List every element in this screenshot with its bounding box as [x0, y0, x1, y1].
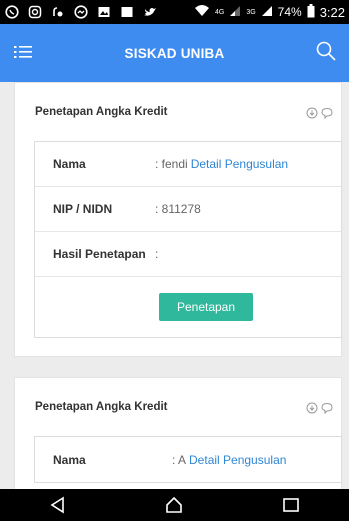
- instagram-icon: [27, 5, 43, 19]
- row-value: : A: [172, 452, 187, 467]
- signal-icon: [229, 5, 241, 20]
- android-nav-bar: [0, 489, 349, 521]
- twitter-icon: [142, 5, 158, 19]
- app-title: SISKAD UNIBA: [124, 45, 225, 61]
- clock: 3:22: [319, 4, 345, 20]
- comment-icon[interactable]: [321, 106, 333, 120]
- back-icon[interactable]: [48, 495, 68, 515]
- detail-pengusulan-link[interactable]: Detail Pengusulan: [189, 453, 286, 467]
- card-title: Penetapan Angka Kredit: [35, 401, 168, 413]
- gallery-icon: [96, 5, 112, 19]
- detail-table: Nama : fendi Detail Pengusulan NIP / NID…: [34, 141, 342, 338]
- main-content[interactable]: Penetapan Angka Kredit Nama : fendi Deta…: [0, 82, 349, 489]
- card-header: Penetapan Angka Kredit: [15, 378, 341, 436]
- penetapan-card: Penetapan Angka Kredit Nama : fendi Deta…: [14, 82, 342, 357]
- chat-bubble-icon: [73, 5, 89, 19]
- wifi-icon: [194, 4, 210, 20]
- row-label: Nama: [53, 157, 86, 171]
- app-header: SISKAD UNIBA: [0, 24, 349, 82]
- button-row: Penetapan: [35, 277, 341, 337]
- row-label: Hasil Penetapan: [53, 247, 146, 261]
- penetapan-button[interactable]: Penetapan: [158, 293, 254, 321]
- row-label: NIP / NIDN: [53, 202, 113, 216]
- row-label: Nama: [53, 452, 86, 467]
- table-row: Nama : fendi Detail Pengusulan: [35, 142, 341, 187]
- search-icon[interactable]: [315, 40, 337, 62]
- row-value: :: [155, 247, 159, 261]
- penetapan-card: Penetapan Angka Kredit Nama : A Detail P…: [14, 377, 342, 489]
- detail-pengusulan-link[interactable]: Detail Pengusulan: [191, 157, 288, 171]
- collapse-icon[interactable]: [306, 106, 318, 119]
- network-label: 4G: [214, 8, 225, 16]
- table-row: Hasil Penetapan :: [35, 232, 341, 277]
- card-header: Penetapan Angka Kredit: [15, 83, 341, 141]
- network-label: 3G: [246, 8, 256, 16]
- table-row: NIP / NIDN : 811278: [35, 187, 341, 232]
- collapse-icon[interactable]: [306, 401, 318, 414]
- row-value: : 811278: [155, 202, 201, 216]
- row-value: : fendi: [155, 157, 188, 171]
- battery-icon: [307, 3, 315, 21]
- menu-icon[interactable]: [14, 44, 32, 60]
- comment-icon[interactable]: [321, 401, 333, 415]
- box-icon: [119, 5, 135, 19]
- signal-icon: [261, 5, 273, 20]
- whatsapp-icon: [4, 5, 20, 19]
- detail-table: Nama : A Detail Pengusulan: [34, 436, 342, 483]
- recents-icon[interactable]: [281, 495, 301, 515]
- home-icon[interactable]: [164, 495, 184, 515]
- wifi-calling-icon: [50, 5, 66, 19]
- battery-percent: 74%: [277, 5, 302, 19]
- status-bar: 4G 3G 74% 3:22: [0, 0, 349, 24]
- table-row: Nama : A Detail Pengusulan: [35, 437, 341, 482]
- card-title: Penetapan Angka Kredit: [35, 106, 168, 118]
